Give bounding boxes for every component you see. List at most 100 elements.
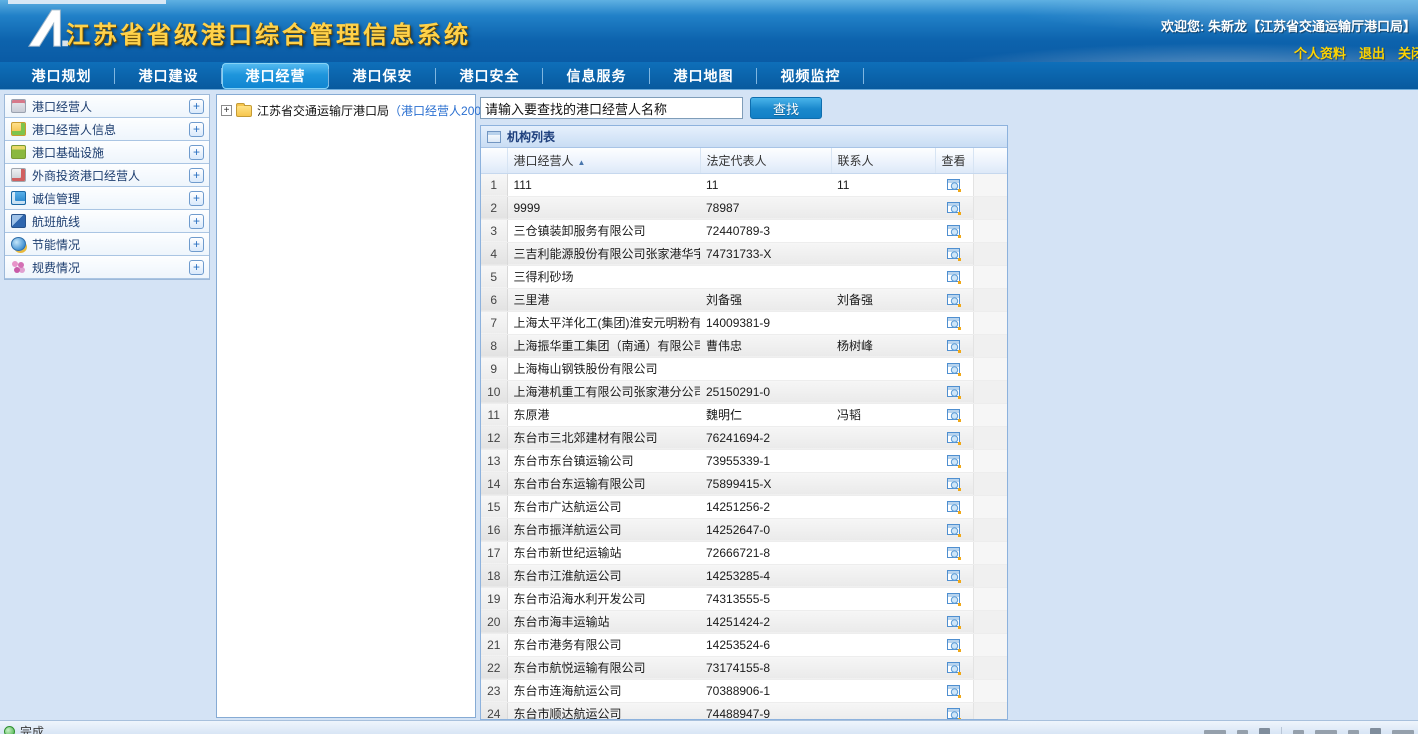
table-row[interactable]: 20 东台市海丰运输站 14251424-2 bbox=[481, 610, 1007, 633]
table-row[interactable]: 4 三吉利能源股份有限公司张家港华宇... 74731733-X bbox=[481, 242, 1007, 265]
table-row[interactable]: 6 三里港 刘备强 刘备强 bbox=[481, 288, 1007, 311]
cell-view bbox=[935, 472, 973, 495]
row-spacer bbox=[973, 357, 1007, 380]
table-row[interactable]: 22 东台市航悦运输有限公司 73174155-8 bbox=[481, 656, 1007, 679]
view-details-icon[interactable] bbox=[946, 338, 962, 354]
sidebar-item[interactable]: 港口经营人信息 + bbox=[5, 118, 209, 141]
cell-operator-name: 东台市连海航运公司 bbox=[507, 679, 700, 702]
nav-tab[interactable]: 港口建设 bbox=[115, 62, 222, 90]
view-details-icon[interactable] bbox=[946, 545, 962, 561]
banner-link[interactable]: 关闭 bbox=[1398, 43, 1418, 62]
table-row[interactable]: 1 111 11 11 bbox=[481, 173, 1007, 196]
sidebar-item[interactable]: 诚信管理 + bbox=[5, 187, 209, 210]
table-row[interactable]: 10 上海港机重工有限公司张家港分公司 25150291-0 bbox=[481, 380, 1007, 403]
cell-legal-rep: 73955339-1 bbox=[700, 449, 831, 472]
table-row[interactable]: 9 上海梅山钢铁股份有限公司 bbox=[481, 357, 1007, 380]
table-row[interactable]: 11 东原港 魏明仁 冯韬 bbox=[481, 403, 1007, 426]
table-row[interactable]: 23 东台市连海航运公司 70388906-1 bbox=[481, 679, 1007, 702]
expand-plus-button[interactable]: + bbox=[189, 214, 204, 229]
tree-expand-icon[interactable]: + bbox=[221, 105, 232, 116]
view-details-icon[interactable] bbox=[946, 177, 962, 193]
view-details-icon[interactable] bbox=[946, 223, 962, 239]
expand-plus-button[interactable]: + bbox=[189, 168, 204, 183]
expand-plus-button[interactable]: + bbox=[189, 145, 204, 160]
sidebar-item[interactable]: 节能情况 + bbox=[5, 233, 209, 256]
view-details-icon[interactable] bbox=[946, 522, 962, 538]
search-button[interactable]: 查找 bbox=[750, 97, 822, 119]
table-row[interactable]: 14 东台市台东运输有限公司 75899415-X bbox=[481, 472, 1007, 495]
row-spacer bbox=[973, 334, 1007, 357]
table-row[interactable]: 17 东台市新世纪运输站 72666721-8 bbox=[481, 541, 1007, 564]
nav-tab[interactable]: 港口经营 bbox=[222, 63, 329, 89]
view-details-icon[interactable] bbox=[946, 591, 962, 607]
expand-plus-button[interactable]: + bbox=[189, 99, 204, 114]
sidebar-item[interactable]: 港口基础设施 + bbox=[5, 141, 209, 164]
view-details-icon[interactable] bbox=[946, 407, 962, 423]
view-details-icon[interactable] bbox=[946, 269, 962, 285]
table-row[interactable]: 15 东台市广达航运公司 14251256-2 bbox=[481, 495, 1007, 518]
table-row[interactable]: 21 东台市港务有限公司 14253524-6 bbox=[481, 633, 1007, 656]
view-details-icon[interactable] bbox=[946, 476, 962, 492]
view-details-icon[interactable] bbox=[946, 614, 962, 630]
column-header-contact[interactable]: 联系人 bbox=[831, 148, 935, 173]
view-details-icon[interactable] bbox=[946, 361, 962, 377]
tree-node-label: 江苏省交通运输厅港口局 bbox=[257, 102, 389, 119]
view-details-icon[interactable] bbox=[946, 384, 962, 400]
view-details-icon[interactable] bbox=[946, 430, 962, 446]
nav-tab[interactable]: 视频监控 bbox=[757, 62, 864, 90]
nav-tab[interactable]: 港口保安 bbox=[329, 62, 436, 90]
banner-link[interactable]: 退出 bbox=[1359, 43, 1385, 62]
row-spacer bbox=[973, 403, 1007, 426]
banner-link[interactable]: 个人资料 bbox=[1294, 43, 1346, 62]
row-number: 12 bbox=[481, 426, 507, 449]
table-row[interactable]: 3 三仓镇装卸服务有限公司 72440789-3 bbox=[481, 219, 1007, 242]
view-details-icon[interactable] bbox=[946, 246, 962, 262]
nav-tab[interactable]: 港口地图 bbox=[650, 62, 757, 90]
expand-plus-button[interactable]: + bbox=[189, 260, 204, 275]
nav-tab[interactable]: 港口规划 bbox=[8, 62, 115, 90]
view-details-icon[interactable] bbox=[946, 315, 962, 331]
table-row[interactable]: 2 9999 78987 bbox=[481, 196, 1007, 219]
view-details-icon[interactable] bbox=[946, 568, 962, 584]
view-details-icon[interactable] bbox=[946, 200, 962, 216]
nav-tab[interactable]: 港口安全 bbox=[436, 62, 543, 90]
table-row[interactable]: 16 东台市振洋航运公司 14252647-0 bbox=[481, 518, 1007, 541]
table-row[interactable]: 7 上海太平洋化工(集团)淮安元明粉有... 14009381-9 bbox=[481, 311, 1007, 334]
column-header-legal-rep[interactable]: 法定代表人 bbox=[700, 148, 831, 173]
tree-root-node[interactable]: + 江苏省交通运输厅港口局 （港口经营人2007） bbox=[217, 95, 475, 119]
taskbar-fragments bbox=[1204, 727, 1414, 734]
table-row[interactable]: 8 上海振华重工集团（南通）有限公司 曹伟忠 杨树峰 bbox=[481, 334, 1007, 357]
cell-view bbox=[935, 265, 973, 288]
table-row[interactable]: 12 东台市三北郊建材有限公司 76241694-2 bbox=[481, 426, 1007, 449]
table-row[interactable]: 19 东台市沿海水利开发公司 74313555-5 bbox=[481, 587, 1007, 610]
cell-view bbox=[935, 288, 973, 311]
cell-contact bbox=[831, 541, 935, 564]
nav-tab[interactable]: 信息服务 bbox=[543, 62, 650, 90]
view-details-icon[interactable] bbox=[946, 499, 962, 515]
sidebar-item[interactable]: 航班航线 + bbox=[5, 210, 209, 233]
view-details-icon[interactable] bbox=[946, 453, 962, 469]
view-details-icon[interactable] bbox=[946, 292, 962, 308]
view-details-icon[interactable] bbox=[946, 637, 962, 653]
row-number: 20 bbox=[481, 610, 507, 633]
view-details-icon[interactable] bbox=[946, 660, 962, 676]
view-details-icon[interactable] bbox=[946, 706, 962, 721]
sidebar-item[interactable]: 外商投资港口经营人 + bbox=[5, 164, 209, 187]
table-row[interactable]: 18 东台市江淮航运公司 14253285-4 bbox=[481, 564, 1007, 587]
table-row[interactable]: 13 东台市东台镇运输公司 73955339-1 bbox=[481, 449, 1007, 472]
search-input[interactable] bbox=[480, 97, 743, 119]
expand-plus-button[interactable]: + bbox=[189, 237, 204, 252]
view-details-icon[interactable] bbox=[946, 683, 962, 699]
column-header-operator[interactable]: 港口经营人▲ bbox=[507, 148, 700, 173]
status-done-icon bbox=[4, 726, 15, 734]
cell-operator-name: 上海振华重工集团（南通）有限公司 bbox=[507, 334, 700, 357]
sidebar-item[interactable]: 港口经营人 + bbox=[5, 95, 209, 118]
expand-plus-button[interactable]: + bbox=[189, 191, 204, 206]
table-row[interactable]: 5 三得利砂场 bbox=[481, 265, 1007, 288]
sidebar-item[interactable]: 规费情况 + bbox=[5, 256, 209, 279]
table-row[interactable]: 24 东台市顺达航运公司 74488947-9 bbox=[481, 702, 1007, 720]
row-spacer bbox=[973, 288, 1007, 311]
column-header-view[interactable]: 查看 bbox=[935, 148, 973, 173]
expand-plus-button[interactable]: + bbox=[189, 122, 204, 137]
cell-legal-rep: 76241694-2 bbox=[700, 426, 831, 449]
